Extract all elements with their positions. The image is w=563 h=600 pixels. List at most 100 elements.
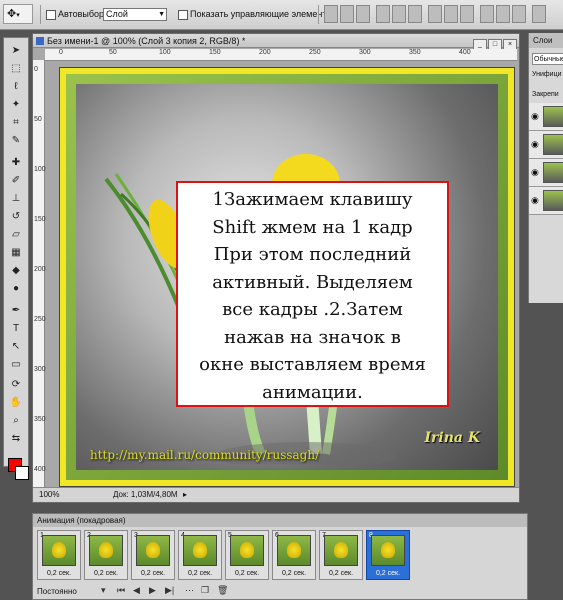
move-tool-icon[interactable]: ➤ [8, 44, 24, 58]
zoom-level[interactable]: 100% [39, 488, 59, 501]
layer-thumbnail [543, 106, 563, 127]
ruler-label: 100 [34, 166, 46, 173]
instruction-line: нажав на значок в [224, 326, 401, 348]
magic-wand-icon[interactable]: ✦ [8, 98, 24, 112]
frame-thumbnail [183, 535, 217, 566]
animation-frame[interactable]: 6 0,2 сек. [272, 530, 316, 580]
document-titlebar[interactable]: Без имени-1 @ 100% (Слой 3 копия 2, RGB/… [33, 34, 519, 50]
ruler-label: 50 [34, 116, 42, 123]
tab-layers[interactable]: Слои [529, 33, 563, 48]
align-middle-icon[interactable] [340, 5, 354, 23]
eye-icon[interactable]: ◉ [531, 139, 539, 150]
layer-row[interactable]: ◉ [529, 103, 563, 131]
animation-panel-title[interactable]: Анимация (покадровая) [33, 514, 527, 527]
blur-tool-icon[interactable]: ◆ [8, 264, 24, 278]
animation-frame[interactable]: 4 0,2 сек. [178, 530, 222, 580]
shape-tool-icon[interactable]: ▭ [8, 358, 24, 372]
divider [40, 5, 41, 24]
frame-duration[interactable]: 0,2 сек. [273, 570, 315, 577]
distribute-middle-icon[interactable] [444, 5, 458, 23]
distribute-top-icon[interactable] [428, 5, 442, 23]
frame-duration[interactable]: 0,2 сек. [179, 570, 221, 577]
3d-rotate-icon[interactable]: ⟳ [8, 378, 24, 392]
history-brush-icon[interactable]: ↺ [8, 210, 24, 224]
crop-tool-icon[interactable]: ⌗ [8, 116, 24, 130]
ruler-label: 350 [34, 416, 46, 423]
distribute-center-icon[interactable] [496, 5, 510, 23]
hand-tool-icon[interactable]: ✋ [8, 396, 24, 410]
dodge-tool-icon[interactable]: ● [8, 282, 24, 296]
animation-frame[interactable]: 1 0,2 сек. [37, 530, 81, 580]
frame-duration[interactable]: 0,2 сек. [85, 570, 127, 577]
instruction-line: При этом последний [213, 244, 412, 265]
healing-brush-icon[interactable]: ✚ [8, 156, 24, 170]
align-bottom-icon[interactable] [356, 5, 370, 23]
ruler-label: 150 [209, 49, 221, 56]
gradient-tool-icon[interactable]: ▦ [8, 246, 24, 260]
previous-frame-icon[interactable]: ◀ [133, 585, 140, 596]
frame-thumbnail [324, 535, 358, 566]
layer-row[interactable]: ◉ [529, 159, 563, 187]
marquee-tool-icon[interactable]: ⬚ [8, 62, 24, 76]
pen-tool-icon[interactable]: ✒ [8, 304, 24, 318]
frame-duration[interactable]: 0,2 сек. [132, 570, 174, 577]
layer-thumbnail [543, 190, 563, 211]
eye-icon[interactable]: ◉ [531, 111, 539, 122]
align-left-icon[interactable] [376, 5, 390, 23]
next-frame-icon[interactable]: ▶| [165, 585, 174, 596]
clone-stamp-icon[interactable]: ⊥ [8, 192, 24, 206]
distribute-bottom-icon[interactable] [460, 5, 474, 23]
eye-icon[interactable]: ◉ [531, 167, 539, 178]
play-icon[interactable]: ▶ [149, 585, 156, 596]
loop-options-select[interactable]: Постоянно [37, 587, 77, 596]
animation-frame[interactable]: 2 0,2 сек. [84, 530, 128, 580]
delete-frame-icon[interactable]: 🗑 [217, 585, 228, 596]
tween-icon[interactable]: ⋯ [185, 585, 194, 596]
frame-duration[interactable]: 0,2 сек. [367, 570, 409, 577]
first-frame-icon[interactable]: ⏮ [117, 585, 125, 596]
move-tool-preset[interactable]: ✥▾ [3, 4, 33, 24]
distribute-left-icon[interactable] [480, 5, 494, 23]
frame-thumbnail [136, 535, 170, 566]
align-center-icon[interactable] [392, 5, 406, 23]
lasso-tool-icon[interactable]: ℓ [8, 80, 24, 94]
animation-frame[interactable]: 5 0,2 сек. [225, 530, 269, 580]
status-menu-arrow-icon[interactable]: ▸ [183, 488, 187, 501]
auto-select-checkbox[interactable] [46, 10, 56, 20]
background-color-swatch[interactable] [15, 466, 29, 480]
zoom-tool-icon[interactable]: ⌕ [8, 414, 24, 428]
duplicate-frame-icon[interactable]: ❐ [201, 585, 209, 596]
brush-tool-icon[interactable]: ✐ [8, 174, 24, 188]
animation-panel: Анимация (покадровая) 1 0,2 сек. 2 0,2 с… [32, 513, 528, 600]
align-right-icon[interactable] [408, 5, 422, 23]
frame-duration[interactable]: 0,2 сек. [226, 570, 268, 577]
divider [318, 5, 319, 24]
ruler-label: 200 [34, 266, 46, 273]
align-top-icon[interactable] [324, 5, 338, 23]
blend-mode-select[interactable]: Обычные [532, 53, 563, 65]
distribute-right-icon[interactable] [512, 5, 526, 23]
auto-align-icon[interactable] [532, 5, 546, 23]
eyedropper-icon[interactable]: ✎ [8, 134, 24, 148]
vertical-ruler: 0 50 100 150 200 250 300 350 400 [33, 60, 46, 488]
layer-row[interactable]: ◉ [529, 131, 563, 159]
loop-dropdown-arrow-icon[interactable]: ▾ [101, 585, 106, 596]
ruler-label: 200 [259, 49, 271, 56]
frame-duration[interactable]: 0,2 сек. [38, 570, 80, 577]
document-window: Без имени-1 @ 100% (Слой 3 копия 2, RGB/… [32, 33, 520, 503]
frame-duration[interactable]: 0,2 сек. [320, 570, 362, 577]
instruction-textbox: 1Зажимаем клавишу Shift жмем на 1 кадр П… [176, 181, 449, 407]
chevron-down-icon: ▾ [16, 12, 20, 19]
eye-icon[interactable]: ◉ [531, 195, 539, 206]
show-controls-checkbox[interactable] [178, 10, 188, 20]
auto-select-dropdown[interactable]: Слой ▼ [103, 8, 167, 21]
ruler-label: 0 [34, 66, 38, 73]
swap-colors-icon[interactable]: ⇆ [8, 432, 24, 446]
type-tool-icon[interactable]: T [8, 322, 24, 336]
animation-frame[interactable]: 3 0,2 сек. [131, 530, 175, 580]
eraser-icon[interactable]: ▱ [8, 228, 24, 242]
animation-frame-selected[interactable]: 8 0,2 сек. [366, 530, 410, 580]
path-selection-icon[interactable]: ↖ [8, 340, 24, 354]
animation-frame[interactable]: 7 0,2 сек. [319, 530, 363, 580]
layer-row[interactable]: ◉ [529, 187, 563, 215]
